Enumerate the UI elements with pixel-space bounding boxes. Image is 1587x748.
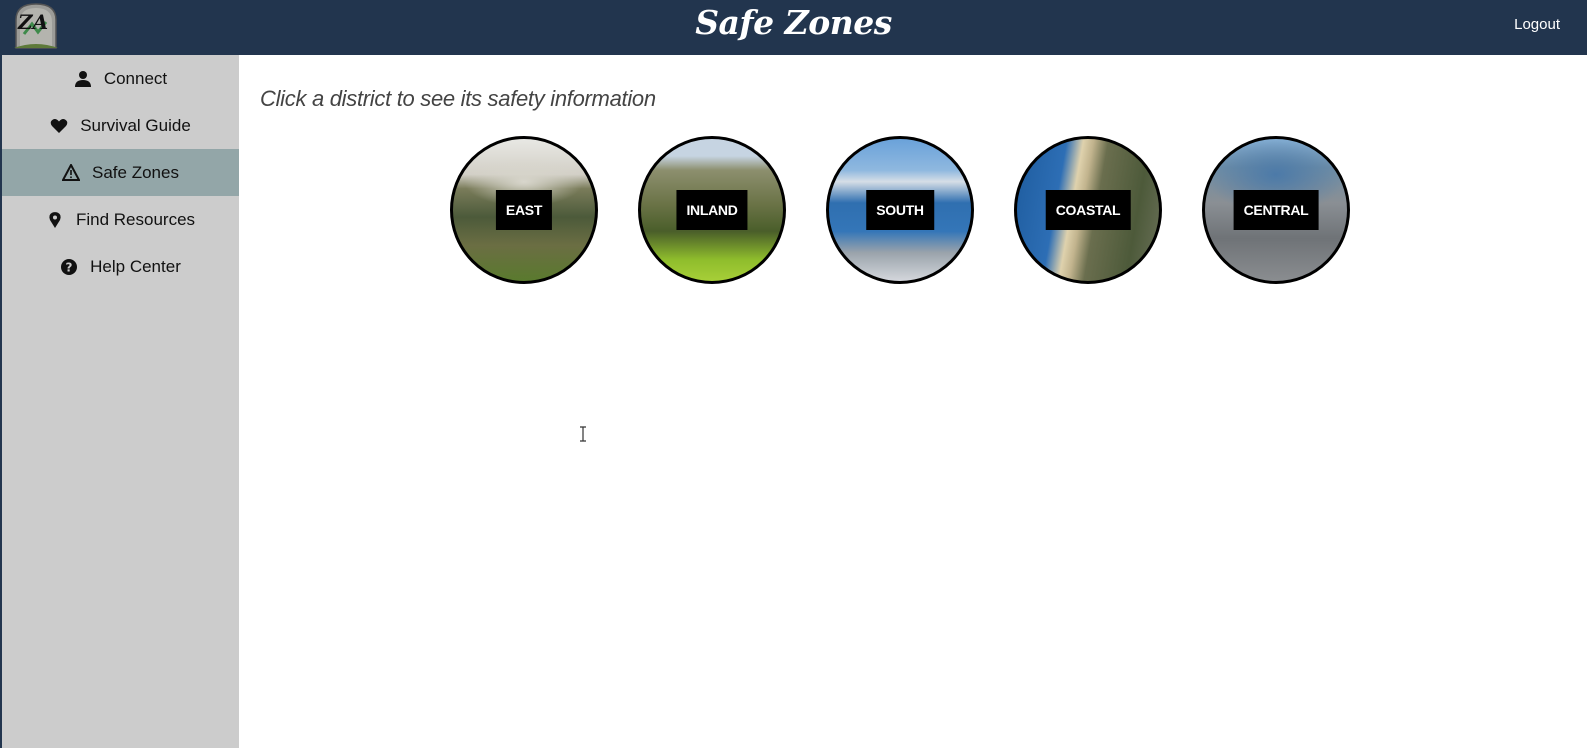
main-content: Click a district to see its safety infor… [239, 55, 1587, 748]
heart-icon [50, 117, 68, 135]
district-coastal[interactable]: COASTAL [1014, 136, 1162, 284]
district-label: EAST [495, 190, 553, 230]
district-label: COASTAL [1045, 190, 1131, 230]
instruction-text: Click a district to see its safety infor… [260, 86, 656, 111]
sidebar-item-find-resources[interactable]: Find Resources [2, 196, 239, 243]
sidebar-item-label: Safe Zones [92, 162, 179, 182]
question-circle-icon: ? [60, 258, 78, 276]
logout-link[interactable]: Logout [1514, 16, 1560, 33]
district-east[interactable]: EAST [450, 136, 598, 284]
sidebar-item-label: Help Center [90, 256, 181, 276]
sidebar-item-survival-guide[interactable]: Survival Guide [2, 102, 239, 149]
sidebar-item-label: Connect [103, 68, 168, 88]
district-south[interactable]: SOUTH [826, 136, 974, 284]
map-pin-icon [46, 211, 64, 229]
page-title: Safe Zones [695, 3, 892, 42]
district-inland[interactable]: INLAND [638, 136, 786, 284]
district-label: INLAND [676, 190, 748, 230]
sidebar-item-safe-zones[interactable]: Safe Zones [2, 149, 239, 196]
sidebar-item-label: Find Resources [75, 209, 196, 229]
text-cursor-icon [579, 426, 587, 442]
sidebar-item-connect[interactable]: Connect [2, 55, 239, 102]
sidebar: Connect Survival Guide Safe Zones Find R… [0, 55, 239, 748]
district-central[interactable]: CENTRAL [1202, 136, 1350, 284]
sidebar-item-help-center[interactable]: ? Help Center [2, 243, 239, 290]
district-label: CENTRAL [1233, 190, 1319, 230]
svg-text:?: ? [66, 260, 73, 274]
warning-icon [62, 163, 81, 182]
sidebar-item-label: Survival Guide [80, 115, 191, 135]
district-list: EAST INLAND SOUTH COASTAL CENTRAL [450, 136, 1350, 284]
top-header: ZA Safe Zones Logout [0, 0, 1587, 55]
user-icon [74, 70, 92, 88]
district-label: SOUTH [866, 190, 934, 230]
